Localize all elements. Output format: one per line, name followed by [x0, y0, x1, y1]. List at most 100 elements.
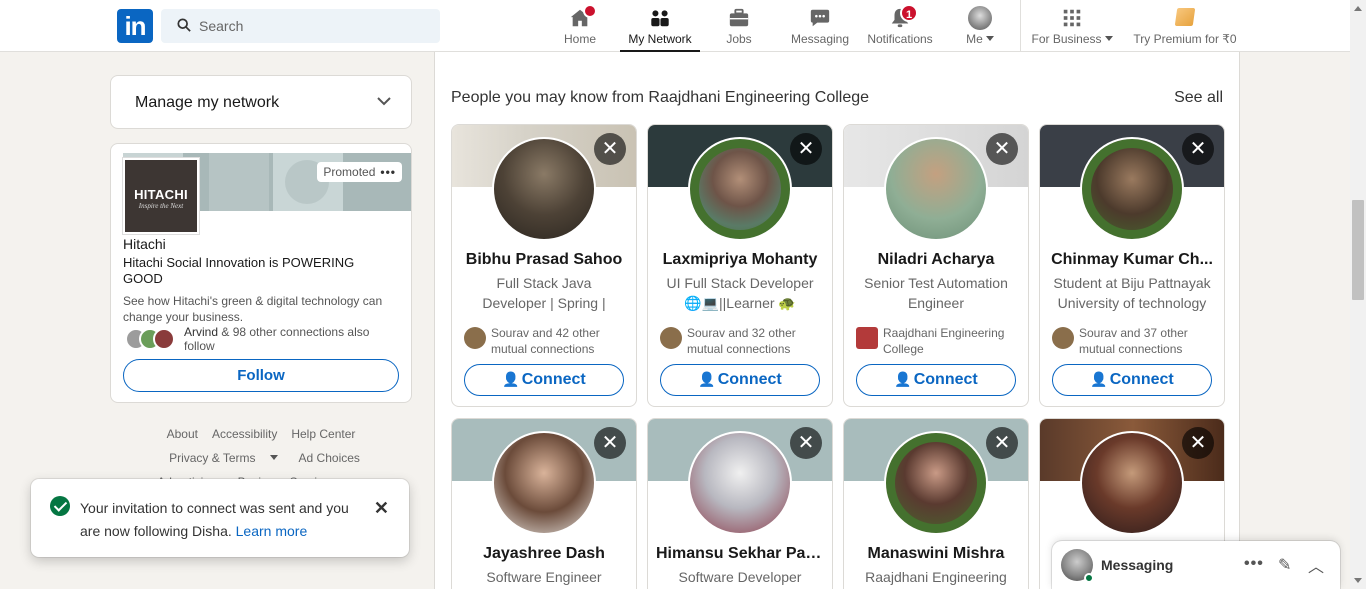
promoted-ad-card: Promoted ••• HITACHI Inspire the Next Hit… — [110, 143, 412, 403]
scroll-down-icon[interactable] — [1354, 578, 1362, 583]
nav-me[interactable]: Me — [958, 0, 1002, 52]
see-all-link[interactable]: See all — [1174, 89, 1223, 107]
profile-photo[interactable] — [492, 431, 596, 535]
footer-ad-choices[interactable]: Ad Choices — [299, 451, 360, 465]
hitachi-logo[interactable]: HITACHI Inspire the Next — [123, 158, 199, 234]
home-notification-dot — [583, 4, 597, 18]
nav-my-network[interactable]: My Network — [620, 0, 700, 52]
scroll-up-icon[interactable] — [1354, 6, 1362, 11]
nav-messaging-label: Messaging — [790, 32, 850, 46]
profile-photo[interactable] — [1080, 431, 1184, 535]
nav-for-business[interactable]: For Business — [1031, 0, 1113, 52]
manage-network-card[interactable]: Manage my network — [110, 75, 412, 129]
dismiss-icon[interactable]: ✕ — [594, 427, 626, 459]
chevron-down-icon — [1104, 36, 1113, 41]
compose-icon[interactable]: ✎ — [1278, 555, 1291, 575]
person-name[interactable]: Manaswini Mishra — [852, 545, 1020, 563]
chevron-down-icon — [269, 455, 278, 460]
grid-icon — [1063, 9, 1081, 27]
notifications-badge: 1 — [900, 4, 918, 22]
person-card[interactable]: ✕ Niladri Acharya Senior Test Automation… — [843, 124, 1029, 407]
profile-photo[interactable] — [1080, 137, 1184, 241]
person-card[interactable]: ✕ Manaswini Mishra Raajdhani Engineering — [843, 418, 1029, 589]
ad-company-name[interactable]: Hitachi — [123, 236, 166, 252]
connection-avatars — [125, 328, 177, 350]
mutual-connections: Sourav and 32 other mutual connections — [660, 325, 825, 357]
connect-button[interactable]: 👤 Connect — [464, 364, 624, 396]
more-options-icon[interactable]: ••• — [380, 165, 396, 179]
connect-button[interactable]: 👤 Connect — [856, 364, 1016, 396]
person-name[interactable]: Chinmay Kumar Ch... — [1048, 251, 1216, 269]
messaging-overlay[interactable]: Messaging ••• ✎ ︿ — [1052, 541, 1340, 589]
close-icon[interactable]: ✕ — [374, 498, 389, 519]
footer-about[interactable]: About — [167, 427, 198, 441]
promoted-label[interactable]: Promoted ••• — [317, 162, 402, 182]
network-icon — [651, 10, 669, 27]
page-scrollbar[interactable] — [1350, 0, 1366, 589]
person-name[interactable]: Niladri Acharya — [852, 251, 1020, 269]
person-headline: Senior Test Automation Engineer — [864, 275, 1008, 311]
nav-home[interactable]: Home — [557, 0, 603, 52]
footer-accessibility[interactable]: Accessibility — [212, 427, 277, 441]
nav-me-label: Me — [958, 32, 1002, 46]
nav-messaging[interactable]: Messaging — [790, 0, 850, 52]
dismiss-icon[interactable]: ✕ — [790, 427, 822, 459]
profile-photo[interactable] — [884, 431, 988, 535]
profile-photo[interactable] — [688, 137, 792, 241]
manage-network-title: Manage my network — [135, 94, 280, 111]
ad-description: See how Hitachi's green & digital techno… — [123, 294, 383, 324]
follow-button[interactable]: Follow — [123, 359, 399, 392]
person-name[interactable]: Himansu Sekhar Patra — [656, 545, 824, 563]
ad-social-proof: Arvind & 98 other connections also follo… — [184, 325, 370, 353]
more-options-icon[interactable]: ••• — [1244, 555, 1264, 573]
dismiss-icon[interactable]: ✕ — [594, 133, 626, 165]
scrollbar-thumb[interactable] — [1352, 200, 1364, 300]
nav-try-premium[interactable]: Try Premium for ₹0 — [1132, 0, 1238, 52]
messaging-title[interactable]: Messaging — [1101, 557, 1173, 573]
chevron-up-icon[interactable]: ︿ — [1308, 553, 1324, 577]
nav-jobs-label: Jobs — [726, 32, 752, 46]
connect-button[interactable]: 👤 Connect — [660, 364, 820, 396]
search-input[interactable] — [199, 9, 429, 43]
nav-jobs[interactable]: Jobs — [717, 0, 761, 52]
person-name[interactable]: Bibhu Prasad Sahoo — [460, 251, 628, 269]
dismiss-icon[interactable]: ✕ — [790, 133, 822, 165]
pymk-section: People you may know from Raajdhani Engin… — [434, 52, 1240, 589]
toast-message: Your invitation to connect was sent and … — [80, 500, 349, 539]
person-card[interactable]: ✕ Himansu Sekhar Patra Software Develope… — [647, 418, 833, 589]
person-name[interactable]: Laxmipriya Mohanty — [656, 251, 824, 269]
nav-my-network-label: My Network — [628, 32, 692, 46]
footer-help-center[interactable]: Help Center — [291, 427, 355, 441]
invitation-toast: Your invitation to connect was sent and … — [31, 479, 409, 557]
me-avatar — [968, 6, 992, 30]
profile-photo[interactable] — [688, 431, 792, 535]
person-card[interactable]: ✕ Laxmipriya Mohanty UI Full Stack Devel… — [647, 124, 833, 407]
dismiss-icon[interactable]: ✕ — [986, 133, 1018, 165]
person-card[interactable]: ✕ Jayashree Dash Software Engineer — [451, 418, 637, 589]
nav-divider — [1020, 0, 1021, 52]
dismiss-icon[interactable]: ✕ — [1182, 133, 1214, 165]
dismiss-icon[interactable]: ✕ — [986, 427, 1018, 459]
learn-more-link[interactable]: Learn more — [236, 523, 308, 539]
linkedin-logo[interactable]: in — [117, 9, 153, 43]
person-headline: Software Engineer — [486, 569, 602, 585]
section-title: People you may know from Raajdhani Engin… — [451, 89, 870, 106]
person-headline: Software Developer — [678, 569, 802, 585]
college-icon — [856, 327, 878, 349]
connect-button[interactable]: 👤 Connect — [1052, 364, 1212, 396]
person-card[interactable]: ✕ Chinmay Kumar Ch... Student at Biju Pa… — [1039, 124, 1225, 407]
person-name[interactable]: Jayashree Dash — [460, 545, 628, 563]
dismiss-icon[interactable]: ✕ — [1182, 427, 1214, 459]
nav-notifications[interactable]: 1 Notifications — [866, 0, 934, 52]
avatar — [660, 327, 682, 349]
search-box[interactable] — [161, 9, 440, 43]
person-card[interactable]: ✕ Bibhu Prasad Sahoo Full Stack Java Dev… — [451, 124, 637, 407]
profile-photo[interactable] — [884, 137, 988, 241]
mutual-connections: Raajdhani Engineering College — [856, 325, 1021, 357]
add-person-icon: 👤 — [894, 371, 912, 387]
footer-privacy-terms[interactable]: Privacy & Terms — [162, 451, 284, 465]
profile-photo[interactable] — [492, 137, 596, 241]
briefcase-icon — [729, 8, 749, 27]
avatar — [1052, 327, 1074, 349]
message-icon — [810, 9, 830, 27]
